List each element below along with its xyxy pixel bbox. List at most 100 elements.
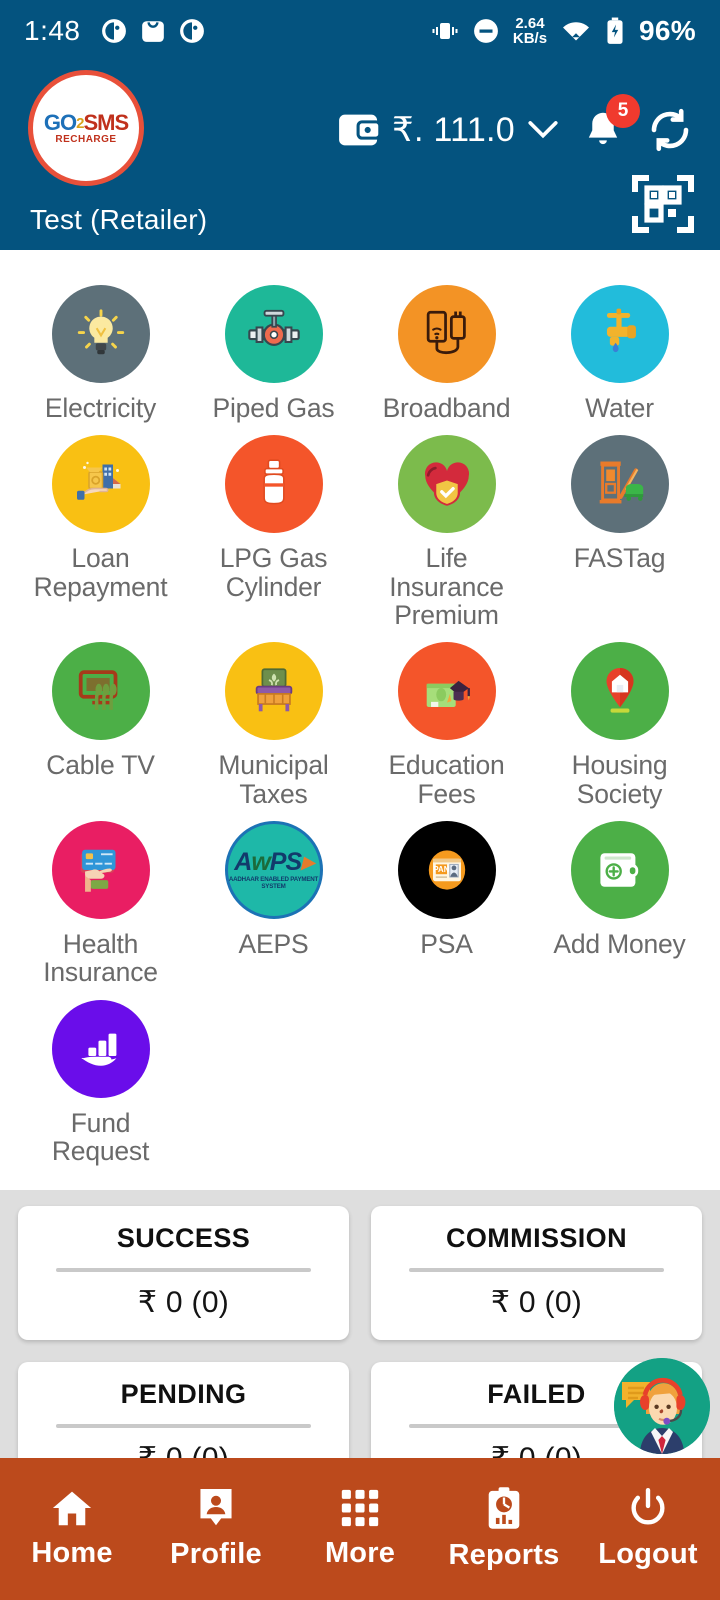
stats-summary-panel: SUCCESS ₹ 0 (0) COMMISSION ₹ 0 (0) PENDI…	[0, 1190, 720, 1496]
service-tile-health-insurance[interactable]: Health Insurance	[14, 808, 187, 987]
service-icon-bg	[397, 642, 496, 741]
grid-apps-icon	[340, 1488, 380, 1528]
usb-modem-wifi-icon	[426, 310, 466, 355]
go2sms-recharge-logo[interactable]: GO2SMS RECHARGE	[28, 70, 144, 186]
service-tile-life-insurance-premium[interactable]: Life Insurance Premium	[360, 422, 533, 629]
aeps-logo-icon: AwPS▸ AADHAAR ENABLED PAYMENT SYSTEM	[228, 848, 319, 890]
service-icon-bg	[224, 642, 323, 741]
nav-label: Reports	[448, 1539, 560, 1571]
service-icon-bg	[51, 999, 150, 1098]
nav-item-more[interactable]: More	[288, 1488, 432, 1570]
status-bar-clock: 1:48	[24, 15, 81, 46]
service-icon-bg	[51, 285, 150, 383]
qr-code-scanner-icon[interactable]	[631, 172, 695, 236]
app-header: GO2SMS RECHARGE ₹. 111.0 5 Test (Retaile…	[0, 62, 720, 250]
service-label: Fund Request	[51, 1107, 150, 1167]
service-label: Housing Society	[571, 750, 668, 809]
stat-card-commission[interactable]: COMMISSION ₹ 0 (0)	[371, 1206, 702, 1340]
service-label: PSA	[420, 929, 473, 960]
notification-count-badge: 5	[606, 94, 640, 128]
wallet-icon	[337, 111, 382, 149]
logo-text-two: 2	[76, 114, 84, 132]
nav-item-reports[interactable]: Reports	[432, 1486, 576, 1572]
stat-title: COMMISSION	[445, 1223, 627, 1253]
refresh-sync-icon[interactable]	[646, 106, 694, 154]
service-tile-education-fees[interactable]: Education Fees	[360, 629, 533, 808]
customer-support-button[interactable]	[614, 1358, 710, 1454]
divider	[56, 1268, 311, 1272]
service-icon-bg	[51, 821, 150, 920]
nav-label: More	[324, 1537, 396, 1569]
service-tile-piped-gas[interactable]: Piped Gas	[187, 272, 360, 422]
stat-title: PENDING	[120, 1379, 247, 1409]
profile-badge-icon	[197, 1487, 235, 1529]
nav-item-logout[interactable]: Logout	[576, 1487, 720, 1571]
divider	[409, 1268, 664, 1272]
service-tile-fastag[interactable]: FASTag	[533, 422, 706, 573]
wallet-balance-button[interactable]: ₹. 111.0	[337, 110, 560, 150]
hand-bar-chart-icon	[80, 1033, 116, 1066]
service-icon-bg	[570, 285, 669, 383]
service-tile-municipal-taxes[interactable]: Municipal Taxes	[187, 629, 360, 808]
network-speed: 2.64 KB/s	[513, 16, 547, 46]
service-tile-loan-repayment[interactable]: Loan Repayment	[14, 422, 187, 601]
service-tile-water[interactable]: Water	[533, 272, 706, 422]
nav-item-home[interactable]: Home	[0, 1488, 144, 1570]
services-row-5: Fund Request	[14, 987, 706, 1166]
status-bar-left: 1:48	[24, 15, 205, 47]
service-label: Health Insurance	[43, 929, 158, 988]
service-icon-bg	[397, 285, 496, 383]
hand-credit-card-icon	[80, 849, 115, 892]
network-speed-unit: KB/s	[512, 30, 548, 47]
user-name-role: Test (Retailer)	[30, 204, 208, 235]
heart-shield-icon	[424, 462, 469, 507]
service-tile-cable-tv[interactable]: Cable TV	[14, 629, 187, 781]
service-tile-lpg-gas-cylinder[interactable]: LPG Gas Cylinder	[187, 422, 360, 601]
hand-money-building-icon	[76, 462, 120, 501]
chevron-down-icon[interactable]	[526, 118, 560, 142]
bottom-navigation-bar[interactable]: Home Profile More Reports Logout	[0, 1458, 720, 1600]
stat-value: ₹ 0 (0)	[490, 1286, 583, 1319]
app-notification-icon	[179, 18, 205, 44]
service-icon-bg: AwPS▸ AADHAAR ENABLED PAYMENT SYSTEM	[224, 821, 323, 920]
stat-card-success[interactable]: SUCCESS ₹ 0 (0)	[18, 1206, 349, 1340]
logo-text-sms: SMS	[83, 109, 129, 135]
service-tile-housing-society[interactable]: Housing Society	[533, 629, 706, 808]
service-icon-bg	[51, 435, 150, 534]
power-off-icon	[627, 1487, 669, 1529]
notifications-button[interactable]: 5	[580, 94, 640, 153]
service-label: Piped Gas	[212, 393, 335, 423]
service-tile-broadband[interactable]: Broadband	[360, 272, 533, 422]
status-bar-right: 2.64 KB/s 96%	[431, 15, 696, 47]
graduation-cap-money-icon	[426, 681, 470, 708]
service-label: Electricity	[44, 393, 157, 423]
service-icon-bg	[51, 642, 150, 741]
service-icon-bg	[397, 435, 496, 534]
service-label: Broadband	[382, 393, 511, 423]
services-row-4: Health Insurance AwPS▸ AADHAAR ENABLED P…	[14, 808, 706, 987]
scrolled-row-remnant: Recharge Bill Pay	[14, 250, 706, 272]
gas-pipe-valve-icon	[247, 309, 300, 346]
service-label: Education Fees	[388, 750, 505, 809]
service-tile-electricity[interactable]: Electricity	[14, 272, 187, 422]
toll-booth-barrier-icon	[599, 461, 643, 504]
service-label: Cable TV	[46, 750, 155, 781]
service-tile-psa[interactable]: PAN PSA	[360, 808, 533, 958]
shopping-bag-icon	[140, 18, 166, 44]
app-notification-icon	[101, 18, 127, 44]
service-icon-bg	[224, 435, 323, 534]
battery-charging-icon	[605, 17, 625, 45]
status-bar: 1:48 2.64 KB/s 96%	[0, 0, 720, 62]
stat-title: SUCCESS	[116, 1223, 251, 1253]
service-label: Municipal Taxes	[218, 750, 329, 809]
tv-antenna-icon	[78, 670, 117, 711]
wallet-balance-amount: ₹. 111.0	[392, 111, 515, 149]
service-tile-add-money[interactable]: Add Money	[533, 808, 706, 958]
nav-label: Profile	[170, 1538, 262, 1570]
divider	[56, 1424, 311, 1428]
service-tile-aeps[interactable]: AwPS▸ AADHAAR ENABLED PAYMENT SYSTEM AEP…	[187, 808, 360, 958]
nav-item-profile[interactable]: Profile	[144, 1487, 288, 1571]
services-grid[interactable]: Recharge Bill Pay Electricity	[0, 250, 720, 1190]
service-tile-fund-request[interactable]: Fund Request	[14, 987, 187, 1166]
logo-text-go: GO	[43, 109, 77, 135]
